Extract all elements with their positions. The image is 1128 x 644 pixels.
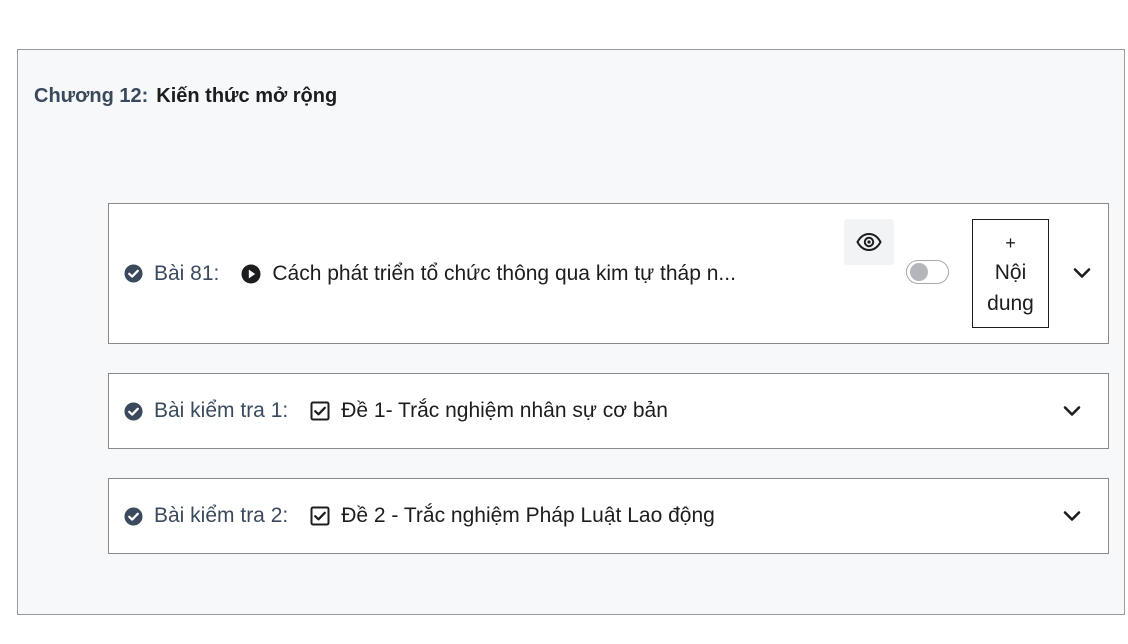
chapter-title: Chương 12: Kiến thức mở rộng: [34, 85, 337, 108]
chevron-down-icon: [1063, 511, 1081, 521]
lesson-number: Bài kiểm tra 2:: [154, 504, 289, 527]
checkbox-icon: [310, 401, 330, 421]
chevron-down-icon: [1073, 268, 1091, 278]
lesson-number: Bài kiểm tra 1:: [154, 399, 289, 422]
check-circle-icon: [124, 506, 143, 526]
check-circle-icon: [124, 401, 143, 421]
lesson-row[interactable]: Bài kiểm tra 1: Đề 1- Trắc nghiệm nhân s…: [108, 373, 1109, 449]
check-circle-icon: [124, 264, 143, 283]
chapter-section: Chương 12: Kiến thức mở rộng Bài 81: Cách…: [17, 49, 1125, 615]
expand-button[interactable]: [1061, 400, 1083, 422]
add-content-label-line2: dung: [987, 291, 1034, 315]
lesson-row-content: Bài 81: Cách phát triển tổ chức thông qu…: [124, 262, 736, 286]
lesson-row-content: Bài kiểm tra 2: Đề 2 - Trắc nghiệm Pháp …: [124, 504, 715, 528]
play-circle-icon: [241, 264, 261, 283]
checkbox-icon: [310, 506, 330, 526]
lesson-row[interactable]: Bài 81: Cách phát triển tổ chức thông qu…: [108, 203, 1109, 344]
expand-button[interactable]: [1061, 505, 1083, 527]
lesson-row-content: Bài kiểm tra 1: Đề 1- Trắc nghiệm nhân s…: [124, 399, 668, 423]
chapter-number: Chương 12:: [34, 85, 149, 107]
publish-toggle[interactable]: [906, 260, 949, 284]
preview-button[interactable]: [844, 219, 894, 265]
lesson-title[interactable]: Đề 2 - Trắc nghiệm Pháp Luật Lao động: [341, 504, 715, 528]
plus-icon: +: [1005, 232, 1016, 253]
add-content-button[interactable]: + Nội dung: [972, 219, 1049, 328]
lesson-title[interactable]: Cách phát triển tổ chức thông qua kim tự…: [272, 262, 736, 286]
chapter-name: Kiến thức mở rộng: [156, 85, 338, 107]
eye-icon: [856, 233, 882, 251]
toggle-knob: [910, 263, 928, 281]
expand-button[interactable]: [1071, 262, 1093, 284]
lesson-number: Bài 81:: [154, 261, 220, 285]
lesson-title[interactable]: Đề 1- Trắc nghiệm nhân sự cơ bản: [341, 399, 668, 423]
add-content-label-line1: Nội: [994, 260, 1027, 284]
lesson-row[interactable]: Bài kiểm tra 2: Đề 2 - Trắc nghiệm Pháp …: [108, 478, 1109, 554]
chevron-down-icon: [1063, 406, 1081, 416]
